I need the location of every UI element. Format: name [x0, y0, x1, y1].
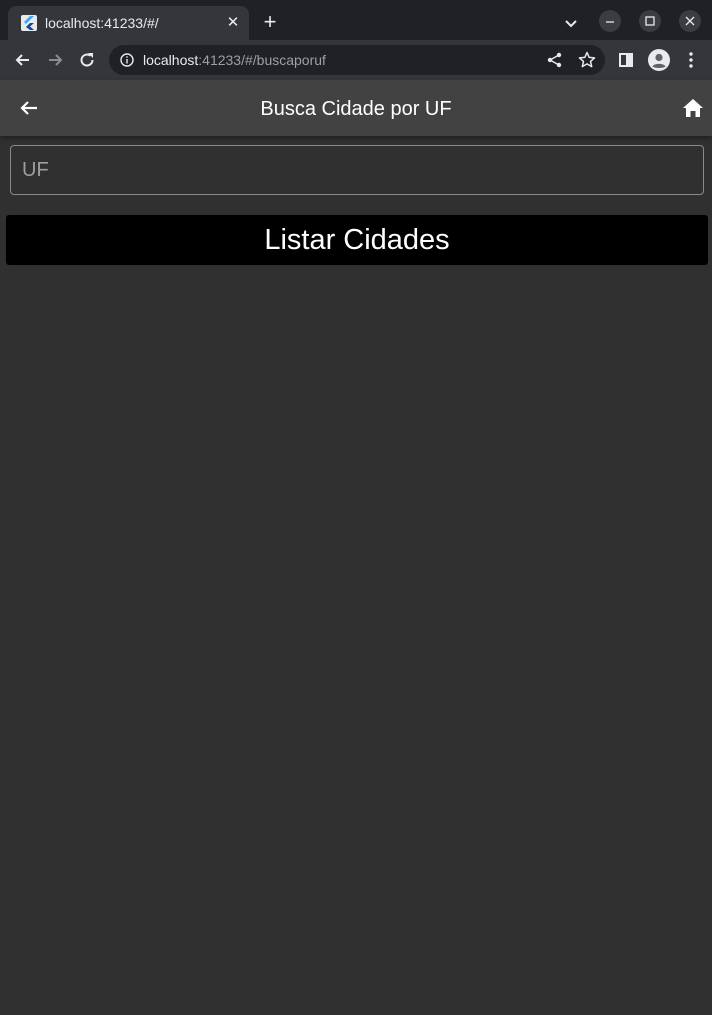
tab-search-icon[interactable]	[561, 13, 581, 33]
tab-title: localhost:41233/#/	[45, 15, 159, 31]
uf-input[interactable]	[22, 146, 692, 194]
side-panel-icon[interactable]	[617, 51, 635, 69]
back-icon[interactable]	[13, 50, 33, 70]
bookmark-star-icon[interactable]	[577, 50, 597, 70]
tab-strip: localhost:41233/#/ ✕ +	[0, 0, 712, 40]
home-icon[interactable]	[682, 97, 704, 119]
site-info-icon[interactable]	[119, 52, 135, 68]
reload-icon[interactable]	[77, 50, 97, 70]
close-window-icon[interactable]	[679, 10, 701, 32]
url-text[interactable]: localhost:41233/#/buscaporuf	[143, 52, 326, 68]
new-tab-icon[interactable]: +	[259, 11, 281, 33]
favicon-icon	[21, 15, 37, 31]
browser-window: localhost:41233/#/ ✕ + localhost:41233/#…	[0, 0, 712, 1015]
page-title: Busca Cidade por UF	[260, 98, 452, 120]
url-path: :41233/#/buscaporuf	[198, 52, 326, 68]
listar-cidades-button[interactable]: Listar Cidades	[6, 215, 708, 265]
tab-close-icon[interactable]: ✕	[224, 14, 242, 32]
uf-field[interactable]	[10, 145, 704, 195]
minimize-icon[interactable]	[599, 10, 621, 32]
browser-tab[interactable]: localhost:41233/#/ ✕	[8, 6, 249, 40]
maximize-icon[interactable]	[639, 10, 661, 32]
profile-icon[interactable]	[647, 48, 671, 72]
menu-kebab-icon[interactable]	[682, 50, 700, 70]
url-host: localhost	[143, 52, 199, 68]
share-icon[interactable]	[546, 51, 564, 69]
forward-icon[interactable]	[45, 50, 65, 70]
